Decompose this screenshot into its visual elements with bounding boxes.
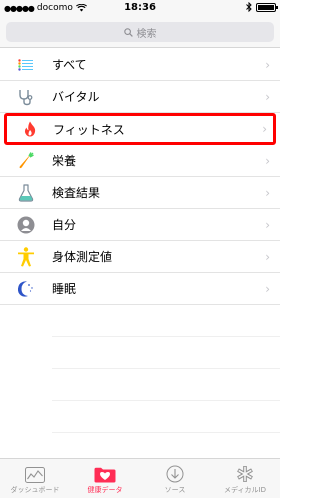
tab-bar: ダッシュボード 健康データ ソース メディカルID	[0, 458, 280, 498]
empty-list-row	[52, 401, 280, 433]
chevron-right-icon: ›	[265, 250, 270, 264]
bluetooth-icon	[246, 2, 252, 12]
carrot-icon	[0, 145, 52, 177]
category-label: 検査結果	[52, 186, 101, 200]
category-label: 身体測定値	[52, 250, 113, 264]
download-circle-icon	[166, 465, 184, 483]
category-row-nutrition[interactable]: 栄養 ›	[0, 145, 280, 177]
battery-icon	[256, 2, 278, 12]
chevron-right-icon: ›	[262, 122, 267, 136]
chevron-right-icon: ›	[265, 90, 270, 104]
search-icon	[123, 27, 133, 37]
moon-icon	[0, 273, 52, 305]
status-right	[246, 2, 278, 12]
category-row-vitals[interactable]: バイタル ›	[0, 81, 280, 113]
search-area: 検索	[0, 18, 280, 48]
category-row-fitness[interactable]: フィットネス ›	[4, 113, 276, 145]
search-field[interactable]: 検索	[6, 22, 274, 42]
asterisk-icon	[237, 466, 253, 482]
stethoscope-icon	[0, 81, 52, 113]
flask-icon	[0, 177, 52, 209]
flame-icon	[7, 113, 53, 145]
category-label: 自分	[52, 218, 77, 232]
empty-list-row	[52, 369, 280, 401]
tab-label: ソース	[164, 486, 186, 494]
tab-label: 健康データ	[87, 486, 123, 494]
health-data-folder-icon	[94, 467, 116, 483]
tab-health-data[interactable]: 健康データ	[70, 459, 140, 498]
category-label: すべて	[52, 58, 87, 72]
tab-medical-id[interactable]: メディカルID	[210, 459, 280, 498]
chevron-right-icon: ›	[265, 186, 270, 200]
chevron-right-icon: ›	[265, 282, 270, 296]
category-label: 栄養	[52, 154, 77, 168]
empty-list-row	[52, 337, 280, 369]
empty-list-row	[52, 305, 280, 337]
person-head-icon	[0, 209, 52, 241]
category-row-me[interactable]: 自分 ›	[0, 209, 280, 241]
category-row-all[interactable]: すべて ›	[0, 49, 280, 81]
chevron-right-icon: ›	[265, 218, 270, 232]
body-icon	[0, 241, 52, 273]
tab-label: ダッシュボード	[10, 486, 60, 494]
category-label: 睡眠	[52, 282, 77, 296]
health-category-list: すべて › バイタル › フィットネス › 栄養 › 検査結果 › 自分 › 身…	[0, 49, 280, 497]
search-placeholder: 検索	[136, 28, 157, 40]
status-bar: ●●●●● docomo 18:36	[0, 0, 280, 18]
category-label: フィットネス	[53, 122, 125, 137]
category-row-sleep[interactable]: 睡眠 ›	[0, 273, 280, 305]
category-label: バイタル	[52, 90, 100, 104]
list-icon	[0, 49, 52, 81]
category-row-body-measurements[interactable]: 身体測定値 ›	[0, 241, 280, 273]
tab-label: メディカルID	[224, 486, 266, 494]
chevron-right-icon: ›	[265, 154, 270, 168]
chart-icon	[25, 467, 45, 483]
category-row-lab-results[interactable]: 検査結果 ›	[0, 177, 280, 209]
chevron-right-icon: ›	[265, 58, 270, 72]
tab-dashboard[interactable]: ダッシュボード	[0, 459, 70, 498]
tab-sources[interactable]: ソース	[140, 459, 210, 498]
status-time: 18:36	[124, 2, 156, 13]
